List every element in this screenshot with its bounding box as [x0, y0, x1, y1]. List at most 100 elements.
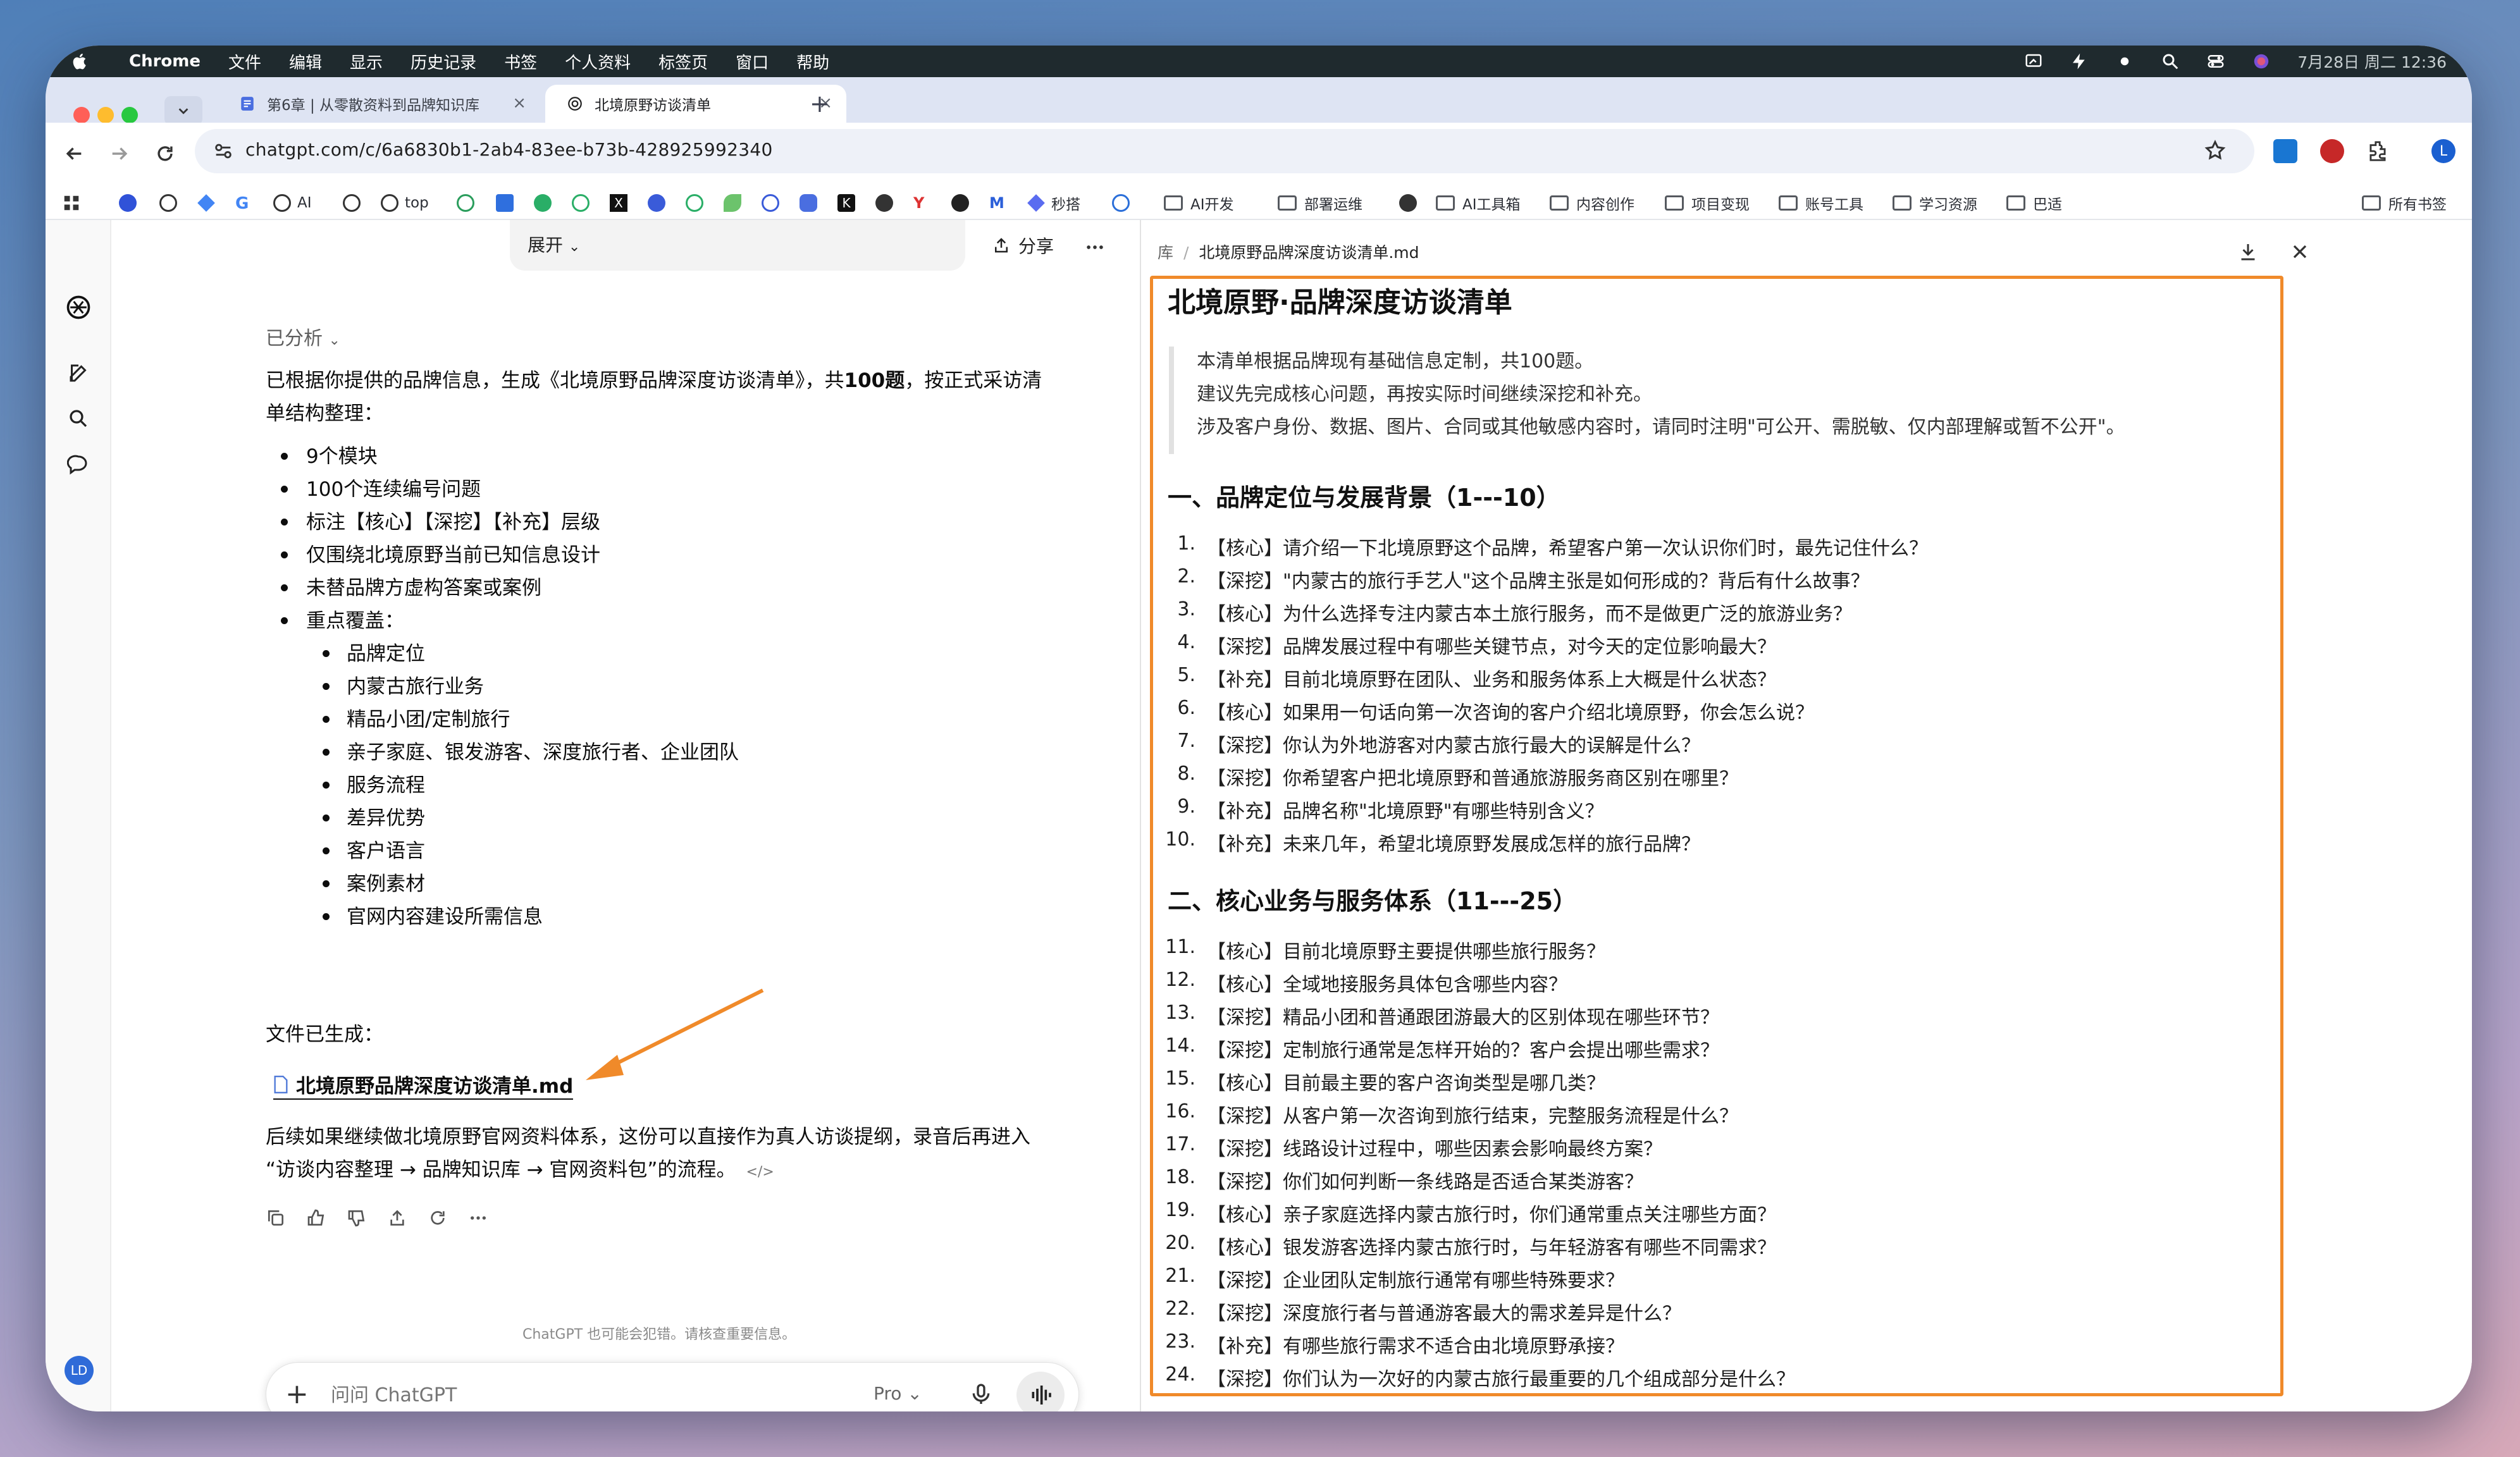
share-icon[interactable] — [387, 1208, 407, 1228]
question-item: 【深挖】定制旅行通常是怎样开始的？客户会提出哪些需求？ — [1207, 1040, 1719, 1062]
more-options-icon[interactable] — [1084, 237, 1106, 258]
green-circle-icon — [686, 194, 703, 212]
forward-arrow-icon[interactable] — [109, 143, 130, 164]
analyzed-toggle[interactable]: 已分析 ⌄ — [266, 323, 340, 350]
bookmark-m[interactable]: M — [989, 192, 1013, 214]
minimize-window-button[interactable] — [97, 107, 114, 123]
bookmark-gemini[interactable] — [197, 192, 221, 214]
openai-logo-icon[interactable] — [65, 293, 92, 321]
bookmark-circle[interactable] — [343, 192, 367, 214]
user-avatar[interactable]: LD — [65, 1356, 94, 1385]
bookmark-folder-deploy[interactable]: 部署运维 — [1278, 192, 1362, 214]
bookmark-x[interactable]: X — [610, 192, 634, 214]
bookmark-leaf[interactable] — [724, 192, 748, 214]
new-chat-icon[interactable] — [67, 362, 90, 384]
menu-app-name[interactable]: Chrome — [129, 52, 201, 71]
attach-plus-icon[interactable]: + — [285, 1377, 309, 1411]
bookmark-folder-ai-dev[interactable]: AI开发 — [1164, 192, 1234, 214]
bookmark-face[interactable] — [875, 192, 899, 214]
site-settings-icon[interactable] — [213, 140, 234, 162]
bookmark-openai[interactable] — [159, 192, 183, 214]
new-tab-button[interactable]: + — [810, 90, 830, 118]
breadcrumb-root[interactable]: 库 — [1158, 243, 1173, 262]
bookmark-y[interactable]: Y — [913, 192, 937, 214]
share-button[interactable]: 分享 — [992, 233, 1054, 258]
search-icon[interactable] — [67, 407, 90, 430]
bookmark-top[interactable]: top — [381, 192, 429, 214]
menu-tabs[interactable]: 标签页 — [658, 50, 708, 73]
code-icon[interactable]: </> — [746, 1164, 774, 1180]
tab-close-icon[interactable]: × — [512, 94, 526, 113]
tab-search-button[interactable] — [164, 96, 202, 125]
prompt-input[interactable] — [330, 1379, 823, 1411]
menu-edit[interactable]: 编辑 — [289, 50, 322, 73]
bookmark-ai[interactable]: AI — [273, 192, 312, 214]
bookmark-folder-content[interactable]: 内容创作 — [1550, 192, 1634, 214]
apple-icon[interactable] — [71, 52, 90, 71]
bookmark-folder-accounts[interactable]: 账号工具 — [1779, 192, 1863, 214]
analyzed-label: 已分析 — [266, 328, 323, 350]
bookmark-dark[interactable] — [951, 192, 975, 214]
more-icon[interactable] — [468, 1208, 488, 1228]
url-text[interactable]: chatgpt.com/c/6a6830b1-2ab4-83ee-b73b-42… — [245, 139, 773, 160]
bolt-icon[interactable] — [2070, 52, 2089, 71]
bookmark-green[interactable] — [457, 192, 481, 214]
file-link[interactable]: 北境原野品牌深度访谈清单.md — [273, 1070, 574, 1100]
bookmark-k[interactable]: K — [837, 192, 862, 214]
profile-avatar-icon[interactable]: L — [2431, 139, 2455, 163]
bookmark-folder-learning[interactable]: 学习资源 — [1893, 192, 1977, 214]
menu-view[interactable]: 显示 — [350, 50, 383, 73]
bookmark-bird[interactable] — [800, 192, 824, 214]
reload-icon[interactable] — [154, 143, 176, 164]
bookmark-wechat[interactable] — [534, 192, 558, 214]
close-panel-icon[interactable] — [2288, 240, 2311, 263]
thumbs-up-icon[interactable] — [306, 1208, 326, 1228]
tab-chapter6[interactable]: 第6章 | 从零散资料到品牌知识库 × — [216, 85, 540, 123]
bookmark-miaoda[interactable]: 秒搭 — [1027, 192, 1080, 214]
close-window-button[interactable] — [73, 107, 90, 123]
download-icon[interactable] — [2237, 240, 2259, 263]
thumbs-down-icon[interactable] — [347, 1208, 367, 1228]
control-center-icon[interactable] — [2206, 52, 2225, 71]
microphone-icon[interactable] — [968, 1382, 994, 1407]
bookmark-folder-monetize[interactable]: 项目变现 — [1665, 192, 1750, 214]
bookmark-refresh[interactable] — [572, 192, 596, 214]
apps-grid-icon[interactable] — [62, 194, 81, 212]
menu-file[interactable]: 文件 — [228, 50, 261, 73]
dot-icon[interactable] — [2115, 52, 2134, 71]
menu-profile[interactable]: 个人资料 — [565, 50, 631, 73]
bookmark-baidu[interactable] — [119, 192, 143, 214]
bookmark-folder-bashi[interactable]: 巴适 — [2006, 192, 2062, 214]
bookmark-all[interactable]: 所有书签 — [2362, 192, 2447, 214]
bookmark-google[interactable]: G — [235, 192, 259, 214]
menu-help[interactable]: 帮助 — [796, 50, 829, 73]
chat-bubble-icon[interactable] — [67, 453, 90, 476]
bookmark-chart[interactable] — [496, 192, 520, 214]
extensions-puzzle-icon[interactable] — [2366, 139, 2390, 163]
tab-interview-list[interactable]: 北境原野访谈清单 × — [545, 85, 846, 123]
menu-window[interactable]: 窗口 — [736, 50, 769, 73]
back-arrow-icon[interactable] — [63, 143, 85, 164]
menu-bookmarks[interactable]: 书签 — [504, 50, 537, 73]
bookmark-avatar[interactable] — [1399, 192, 1423, 214]
model-selector[interactable]: Pro ⌄ — [874, 1383, 922, 1404]
ext-red-icon[interactable] — [2320, 139, 2344, 163]
bookmark-star-icon[interactable] — [2204, 139, 2227, 162]
bookmark-folder-ai-tools[interactable]: AI工具箱 — [1436, 192, 1521, 214]
bookmark-swirl[interactable] — [762, 192, 786, 214]
screen-share-icon[interactable] — [2024, 52, 2043, 71]
regenerate-icon[interactable] — [428, 1208, 448, 1228]
siri-icon[interactable] — [2252, 52, 2271, 71]
bookmark-label: AI — [297, 195, 312, 211]
bookmark-cloud[interactable] — [1112, 192, 1136, 214]
ext-tdk-icon[interactable] — [2273, 139, 2297, 163]
menu-history[interactable]: 历史记录 — [411, 50, 476, 73]
bookmark-blue[interactable] — [648, 192, 672, 214]
menubar-clock[interactable]: 7月28日 周二 12:36 — [2297, 50, 2447, 73]
voice-mode-button[interactable] — [1016, 1372, 1065, 1411]
expand-button[interactable]: 展开 ⌄ — [528, 231, 580, 257]
zoom-window-button[interactable] — [121, 107, 138, 123]
spotlight-search-icon[interactable] — [2161, 52, 2180, 71]
bookmark-green2[interactable] — [686, 192, 710, 214]
copy-icon[interactable] — [266, 1208, 286, 1228]
